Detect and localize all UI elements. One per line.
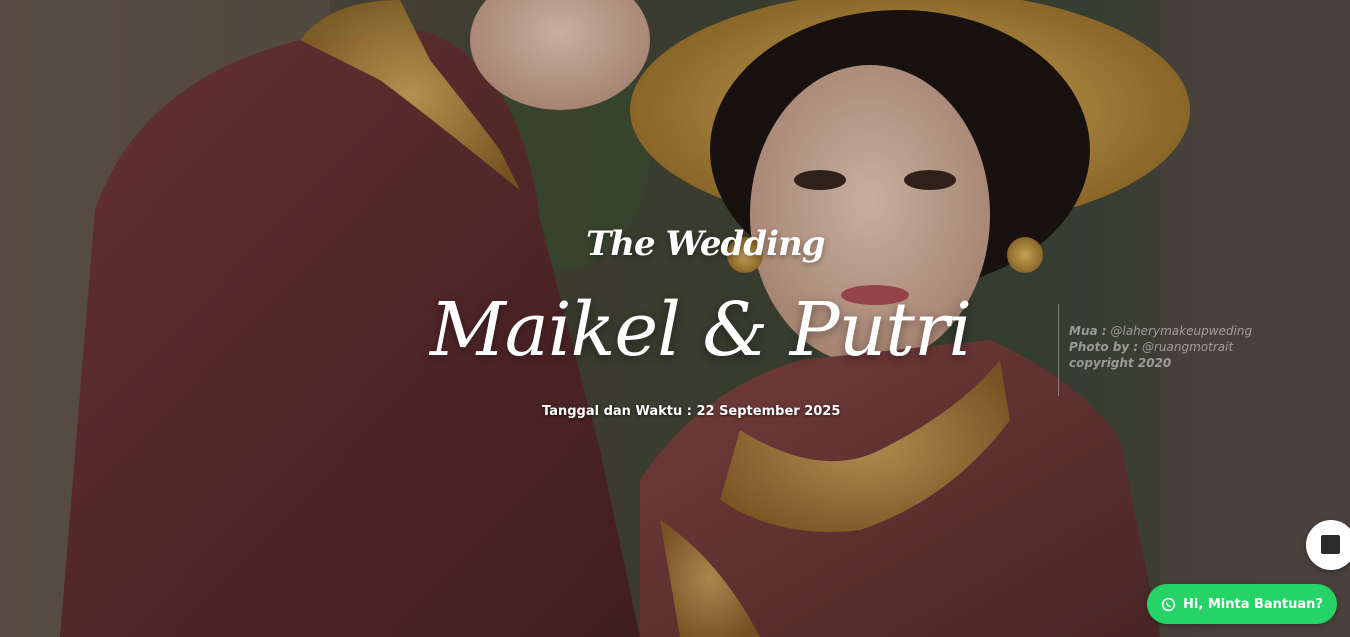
whatsapp-help-button[interactable]: Hi, Minta Bantuan? xyxy=(1147,584,1337,624)
wedding-invitation-page: The Wedding Maikel & Putri Tanggal dan W… xyxy=(0,0,1350,637)
copyright-text: copyright 2020 xyxy=(1069,356,1172,370)
stop-icon xyxy=(1321,535,1340,554)
help-button-label: Hi, Minta Bantuan? xyxy=(1183,596,1323,612)
photo-value: @ruangmotrait xyxy=(1141,340,1234,354)
mua-label: Mua : xyxy=(1069,324,1107,338)
photo-credits: Mua : @laherymakeupweding Photo by : @ru… xyxy=(1058,304,1252,396)
photo-label: Photo by : xyxy=(1069,340,1139,354)
whatsapp-icon xyxy=(1161,597,1176,611)
mua-value: @laherymakeupweding xyxy=(1110,324,1253,338)
music-stop-button[interactable] xyxy=(1306,520,1350,570)
